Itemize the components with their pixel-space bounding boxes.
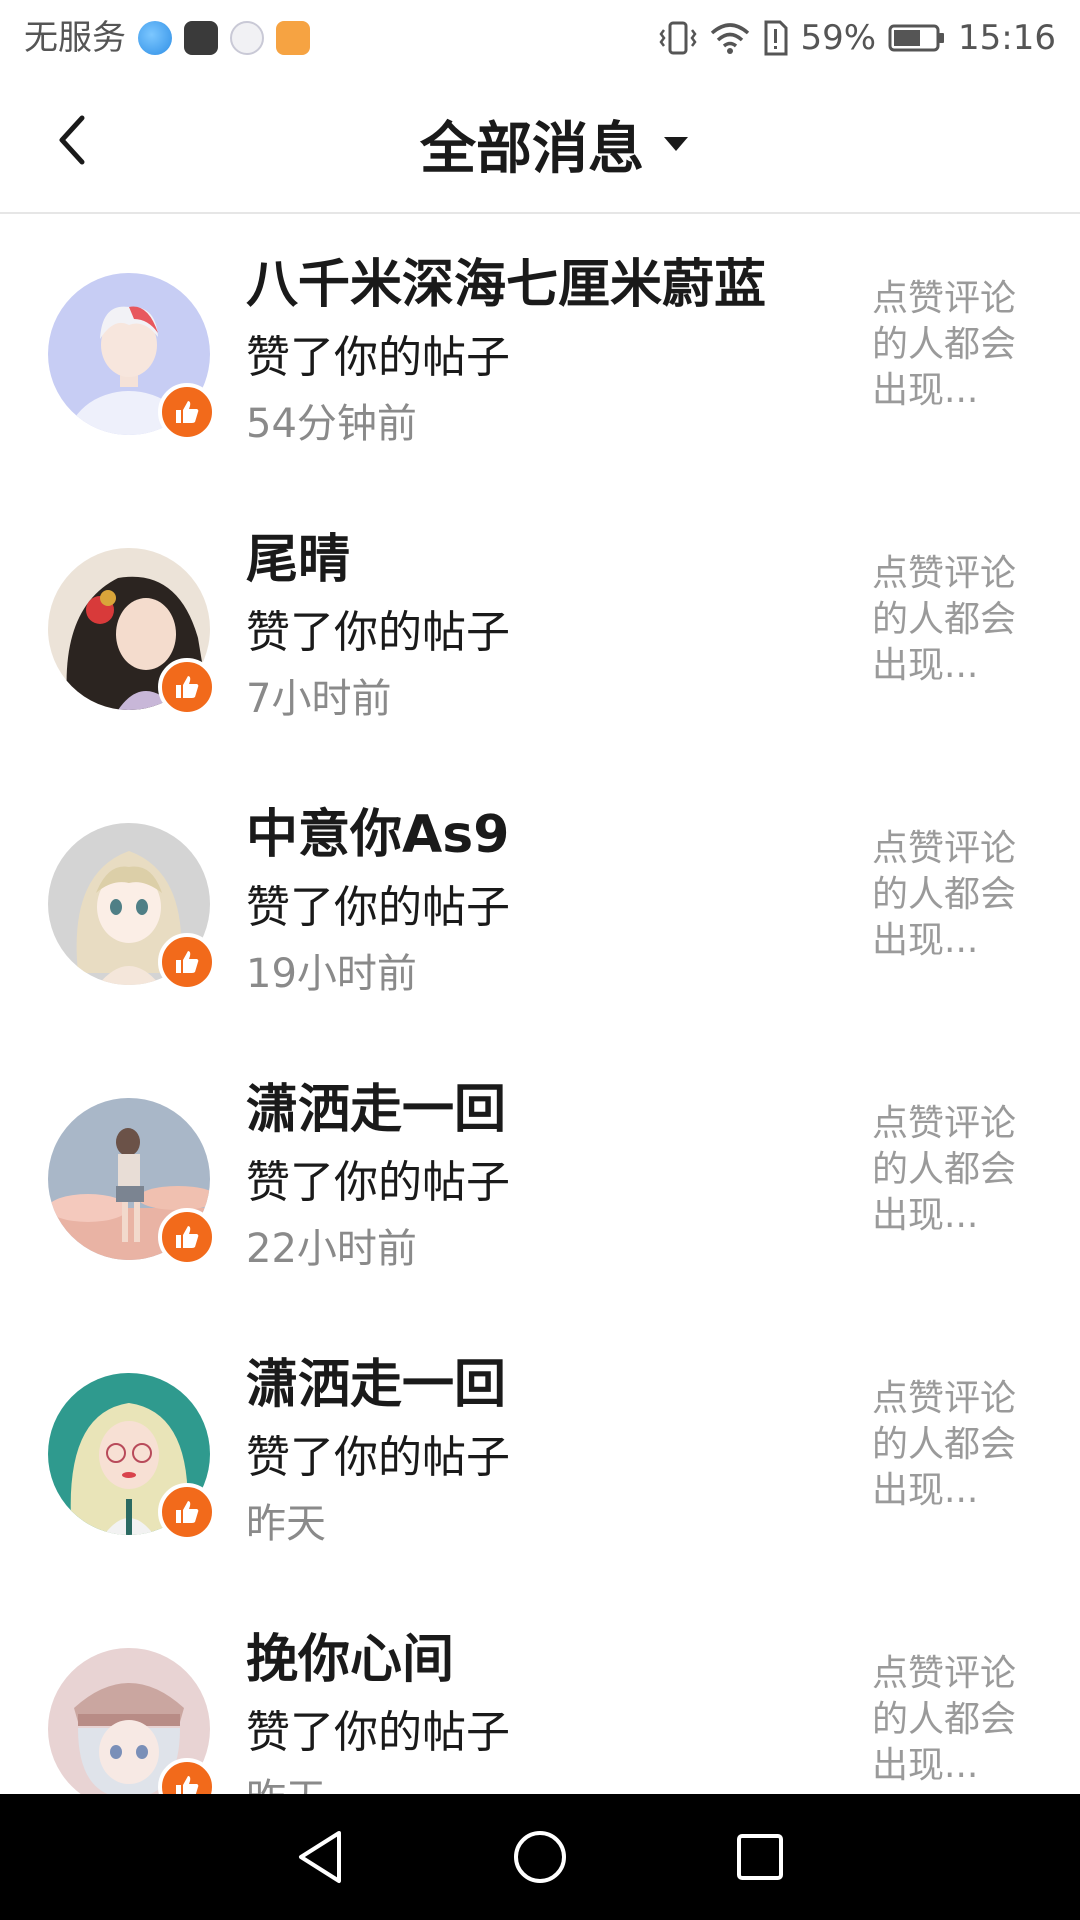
action-text: 赞了你的帖子 <box>246 1707 510 1758</box>
thumbs-up-icon <box>176 676 199 698</box>
message-item[interactable]: 中意你As9 赞了你的帖子 19小时前 点赞评论的人都会出现... <box>0 764 1080 1039</box>
message-item[interactable]: 八千米深海七厘米蔚蓝 赞了你的帖子 54分钟前 点赞评论的人都会出现... <box>0 214 1080 489</box>
vibrate-icon <box>658 20 698 56</box>
video-app-icon <box>276 21 310 55</box>
nav-recents-button[interactable] <box>725 1822 795 1892</box>
user-name[interactable]: 挽你心间 <box>246 1629 454 1691</box>
nav-home-button[interactable] <box>505 1822 575 1892</box>
status-bar-left: 无服务 <box>24 21 310 55</box>
post-preview[interactable]: 点赞评论的人都会出现... <box>872 826 1032 964</box>
post-preview[interactable]: 点赞评论的人都会出现... <box>872 1376 1032 1514</box>
browser-app-icon <box>138 21 172 55</box>
like-badge <box>158 933 216 991</box>
status-bar: 无服务 59% 15:16 <box>0 0 1080 76</box>
battery-percent: 59% <box>800 18 877 58</box>
message-filter-dropdown[interactable]: 全部消息 <box>0 108 1080 182</box>
timestamp: 19小时前 <box>246 951 417 997</box>
timestamp: 22小时前 <box>246 1226 417 1272</box>
timestamp: 54分钟前 <box>246 401 417 447</box>
nav-back-button[interactable] <box>285 1822 355 1892</box>
circle-home-icon <box>514 1831 566 1883</box>
action-text: 赞了你的帖子 <box>246 1432 510 1483</box>
user-name[interactable]: 潇洒走一回 <box>246 1079 506 1141</box>
message-item[interactable]: 挽你心间 赞了你的帖子 昨天 点赞评论的人都会出现... <box>0 1589 1080 1794</box>
timestamp: 昨天 <box>246 1775 326 1794</box>
triangle-back-icon <box>299 1831 341 1883</box>
caret-down-icon <box>664 137 688 151</box>
message-item[interactable]: 尾晴 赞了你的帖子 7小时前 点赞评论的人都会出现... <box>0 489 1080 764</box>
thumbs-up-icon <box>176 1501 199 1523</box>
thumbs-up-icon <box>176 1776 199 1794</box>
post-preview[interactable]: 点赞评论的人都会出现... <box>872 1101 1032 1239</box>
action-text: 赞了你的帖子 <box>246 607 510 658</box>
user-name[interactable]: 中意你As9 <box>246 804 509 866</box>
system-nav-bar <box>0 1794 1080 1920</box>
like-badge <box>158 383 216 441</box>
like-badge <box>158 658 216 716</box>
app-store-icon <box>184 21 218 55</box>
action-text: 赞了你的帖子 <box>246 882 510 933</box>
thumbs-up-icon <box>176 951 199 973</box>
message-list: 八千米深海七厘米蔚蓝 赞了你的帖子 54分钟前 点赞评论的人都会出现... 尾晴… <box>0 214 1080 1794</box>
battery-alert-icon <box>762 20 788 56</box>
carrier-text: 无服务 <box>24 18 126 58</box>
like-badge <box>158 1483 216 1541</box>
post-preview[interactable]: 点赞评论的人都会出现... <box>872 551 1032 689</box>
user-name[interactable]: 潇洒走一回 <box>246 1354 506 1416</box>
clock: 15:16 <box>958 18 1056 58</box>
user-name[interactable]: 尾晴 <box>246 529 350 591</box>
thumbs-up-icon <box>176 401 199 423</box>
battery-icon <box>888 23 946 53</box>
square-recents-icon <box>737 1834 783 1880</box>
message-item[interactable]: 潇洒走一回 赞了你的帖子 昨天 点赞评论的人都会出现... <box>0 1314 1080 1589</box>
header: 全部消息 <box>0 76 1080 214</box>
status-bar-right: 59% 15:16 <box>658 20 1056 56</box>
music-app-icon <box>230 21 264 55</box>
page-title: 全部消息 <box>420 116 644 182</box>
like-badge <box>158 1208 216 1266</box>
timestamp: 昨天 <box>246 1501 326 1547</box>
user-name[interactable]: 八千米深海七厘米蔚蓝 <box>246 254 766 316</box>
action-text: 赞了你的帖子 <box>246 1157 510 1208</box>
message-item[interactable]: 潇洒走一回 赞了你的帖子 22小时前 点赞评论的人都会出现... <box>0 1039 1080 1314</box>
timestamp: 7小时前 <box>246 676 392 722</box>
post-preview[interactable]: 点赞评论的人都会出现... <box>872 1651 1032 1789</box>
post-preview[interactable]: 点赞评论的人都会出现... <box>872 276 1032 414</box>
thumbs-up-icon <box>176 1226 199 1248</box>
action-text: 赞了你的帖子 <box>246 332 510 383</box>
wifi-icon <box>710 21 750 55</box>
